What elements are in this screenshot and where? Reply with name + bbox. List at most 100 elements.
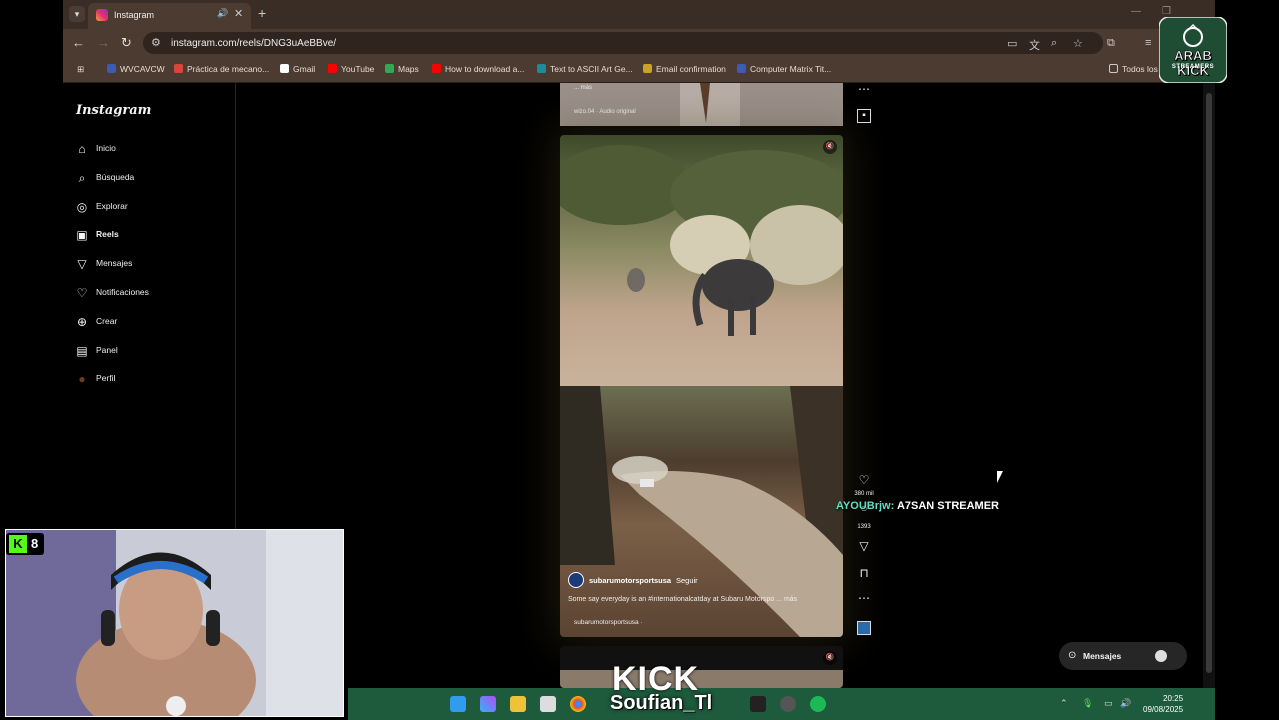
- bookmark-icon: [107, 64, 116, 73]
- translate-icon[interactable]: 文: [1029, 37, 1040, 53]
- app-icon[interactable]: [750, 696, 766, 712]
- reel-audio[interactable]: subarumotorsportsusa ·: [574, 619, 643, 626]
- mute-icon[interactable]: 🔇: [823, 140, 837, 154]
- bookmark-email-confirmation[interactable]: Email confirmation: [643, 64, 726, 74]
- like-icon[interactable]: ♡: [853, 473, 875, 487]
- nav-perfil[interactable]: ● Perfil: [75, 369, 225, 389]
- bookmark-maps[interactable]: Maps: [385, 64, 419, 74]
- zoom-icon[interactable]: ⌕: [1051, 37, 1057, 50]
- apps-icon[interactable]: ⊞: [77, 64, 84, 75]
- bookmark-youtube[interactable]: YouTube: [328, 64, 374, 74]
- minimize-icon[interactable]: —: [1131, 6, 1141, 17]
- nav-inicio[interactable]: ⌂ Inicio: [75, 139, 225, 159]
- page-scrollbar[interactable]: [1203, 83, 1215, 688]
- chrome-icon[interactable]: [570, 696, 586, 712]
- address-bar[interactable]: ⚙ instagram.com/reels/DNG3uAeBBve/: [143, 32, 1103, 54]
- bookmark-practica[interactable]: Práctica de mecano...: [174, 64, 269, 74]
- browser-tab[interactable]: Instagram 🔊 ✕: [88, 3, 251, 29]
- reel-caption[interactable]: Some say everyday is an #internationalca…: [568, 596, 797, 603]
- audio-thumbnail-icon[interactable]: [857, 621, 871, 635]
- messenger-icon: ⊙: [1068, 650, 1077, 661]
- like-count: 380 mil: [854, 491, 874, 497]
- back-icon[interactable]: ←: [72, 35, 85, 50]
- maximize-icon[interactable]: ❐: [1162, 6, 1171, 17]
- reel-previous-more[interactable]: ... más: [574, 85, 592, 91]
- speaker-icon[interactable]: 🔊: [217, 8, 228, 19]
- tray-chevron-icon[interactable]: ⌃: [1060, 698, 1068, 709]
- youtube-icon: [328, 64, 337, 73]
- more-options-icon[interactable]: ⋯: [853, 591, 875, 605]
- close-tab-icon[interactable]: ✕: [234, 7, 243, 20]
- reel-current[interactable]: 🔇 subarumotorsportsusa Seguir Some say e…: [560, 135, 843, 637]
- save-icon[interactable]: ⊓: [853, 566, 875, 580]
- menu-icon[interactable]: ≡: [1145, 37, 1151, 49]
- mute-icon[interactable]: 🔇: [823, 651, 837, 665]
- microphone-icon[interactable]: 🎙: [1082, 698, 1093, 709]
- bookmark-all[interactable]: Todos los: [1109, 64, 1158, 74]
- bookmark-how-to-download[interactable]: How to download a...: [432, 64, 524, 74]
- spotify-icon[interactable]: [810, 696, 826, 712]
- share-icon[interactable]: ▽: [853, 539, 875, 553]
- reel-previous[interactable]: ... más wizo.04 · Audio original: [560, 83, 843, 126]
- copilot-icon[interactable]: [480, 696, 496, 712]
- bookmark-computer-matrix[interactable]: Computer Matrix Tit...: [737, 64, 831, 74]
- search-icon: ⌕: [78, 171, 86, 185]
- url-text: instagram.com/reels/DNG3uAeBBve/: [171, 38, 337, 49]
- webcam-overlay: [5, 529, 344, 717]
- reload-icon[interactable]: ↻: [121, 35, 132, 51]
- more-options-icon[interactable]: ⋯: [853, 82, 875, 96]
- nav-reels[interactable]: ▣ Reels: [75, 225, 225, 245]
- avatar: [1155, 650, 1167, 662]
- bookmark-ascii-art[interactable]: Text to ASCII Art Ge...: [537, 64, 633, 74]
- audio-thumbnail-icon[interactable]: ▪: [857, 109, 871, 123]
- bookmark-wvcavcw[interactable]: WVCAVCW: [107, 64, 165, 74]
- webcam-video: [6, 530, 343, 716]
- arab-kick-streamers-logo: ARAB KICK STREAMERS: [1158, 16, 1228, 84]
- compass-icon: ◎: [76, 200, 88, 214]
- nav-busqueda[interactable]: ⌕ Búsqueda: [75, 168, 225, 188]
- stream-chat-message: AYOUBrjw: A7SAN STREAMER: [836, 500, 1000, 512]
- nav-notificaciones[interactable]: ♡ Notificaciones: [75, 283, 225, 303]
- reels-icon: ▣: [76, 228, 88, 242]
- comment-count: 1393: [857, 524, 871, 530]
- send-icon: ▽: [77, 257, 87, 271]
- obs-icon[interactable]: [780, 696, 796, 712]
- folder-icon: [1109, 64, 1118, 73]
- bookmark-gmail[interactable]: Gmail: [280, 64, 315, 74]
- plus-icon: ⊕: [76, 315, 88, 329]
- scrollbar-thumb[interactable]: [1206, 93, 1212, 673]
- reel-author-avatar[interactable]: [568, 572, 584, 588]
- network-icon[interactable]: ▭: [1104, 698, 1113, 709]
- tab-search-icon[interactable]: ▾: [69, 6, 85, 22]
- forward-icon[interactable]: →: [97, 35, 110, 50]
- messages-button[interactable]: ⊙ Mensajes: [1059, 642, 1187, 670]
- nav-explorar[interactable]: ◎ Explorar: [75, 197, 225, 217]
- gmail-icon: [280, 64, 289, 73]
- extensions-icon[interactable]: ⧉: [1107, 37, 1115, 50]
- viewer-count-badge: K 8: [6, 533, 44, 555]
- follow-button[interactable]: Seguir: [676, 576, 698, 585]
- file-explorer-icon[interactable]: [510, 696, 526, 712]
- bookmark-star-icon[interactable]: ☆: [1073, 37, 1083, 50]
- reel-video: [560, 135, 843, 637]
- new-tab-icon[interactable]: +: [258, 5, 266, 21]
- nav-crear[interactable]: ⊕ Crear: [75, 312, 225, 332]
- nav-panel[interactable]: ▤ Panel: [75, 341, 225, 361]
- mouse-cursor-icon: [997, 471, 1003, 483]
- reel-previous-audio[interactable]: wizo.04 · Audio original: [574, 109, 636, 115]
- nav-mensajes[interactable]: ▽ Mensajes: [75, 254, 225, 274]
- instagram-logo[interactable]: Instagram: [76, 103, 151, 118]
- browser-toolbar: ← → ↻ ⚙ instagram.com/reels/DNG3uAeBBve/…: [63, 29, 1215, 57]
- site-info-icon[interactable]: ⚙: [151, 36, 161, 49]
- store-icon[interactable]: [540, 696, 556, 712]
- windows-start-icon[interactable]: [450, 696, 466, 712]
- volume-icon[interactable]: 🔊: [1120, 698, 1131, 709]
- cast-icon[interactable]: ▭: [1007, 37, 1017, 50]
- windows-taskbar: ⌃ 🎙 ▭ 🔊 20:25 09/08/2025: [348, 688, 1215, 720]
- browser-titlebar: ▾ Instagram 🔊 ✕ + — ❐: [63, 0, 1215, 29]
- bookmarks-bar: ⊞ WVCAVCW Práctica de mecano... Gmail Yo…: [63, 57, 1215, 83]
- reel-next[interactable]: 🔇: [560, 646, 843, 688]
- reel-author-username[interactable]: subarumotorsportsusa: [589, 576, 671, 585]
- system-clock[interactable]: 20:25 09/08/2025: [1143, 693, 1183, 715]
- viewer-count: 8: [31, 536, 39, 551]
